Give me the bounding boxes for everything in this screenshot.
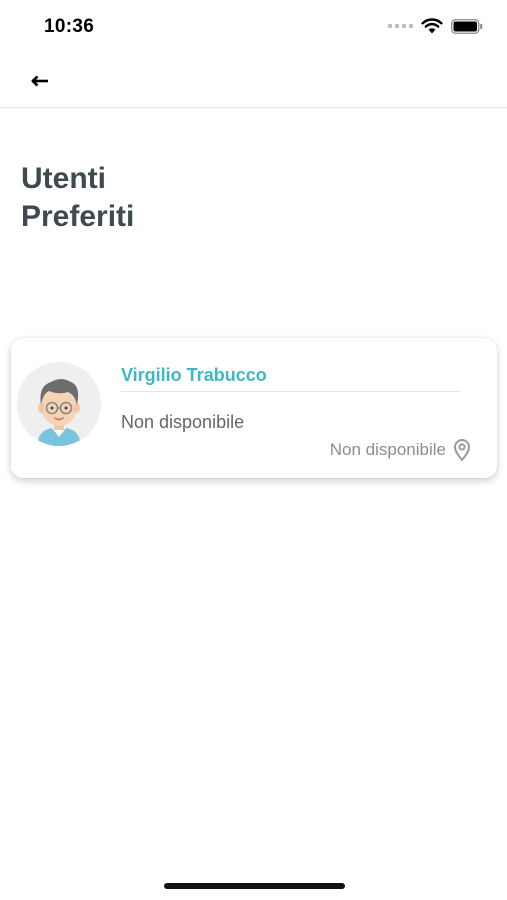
- status-time: 10:36: [44, 16, 95, 37]
- user-status: Non disponibile: [121, 412, 245, 432]
- avatar: [17, 362, 101, 446]
- page-title-line1: Utenti: [21, 162, 106, 195]
- back-button[interactable]: [26, 68, 54, 94]
- status-bar: 10:36: [0, 0, 507, 56]
- location-text: Non disponibile: [329, 440, 446, 459]
- home-indicator: [164, 883, 345, 889]
- back-arrow-icon: [31, 75, 48, 87]
- wifi-icon: [421, 18, 443, 34]
- nav-bar: [0, 56, 507, 108]
- status-icons: [388, 18, 483, 34]
- card-divider: [121, 391, 461, 392]
- location-pin-icon: [454, 439, 470, 461]
- battery-icon: [451, 18, 483, 34]
- favorite-user-card[interactable]: Virgilio Trabucco Non disponibile Non di…: [11, 338, 497, 478]
- page-title: Utenti Preferiti: [21, 160, 321, 236]
- signal-icon: [388, 24, 413, 28]
- user-name: Virgilio Trabucco: [121, 365, 267, 385]
- user-location: Non disponibile: [330, 438, 471, 462]
- page-title-line2: Preferiti: [21, 200, 135, 233]
